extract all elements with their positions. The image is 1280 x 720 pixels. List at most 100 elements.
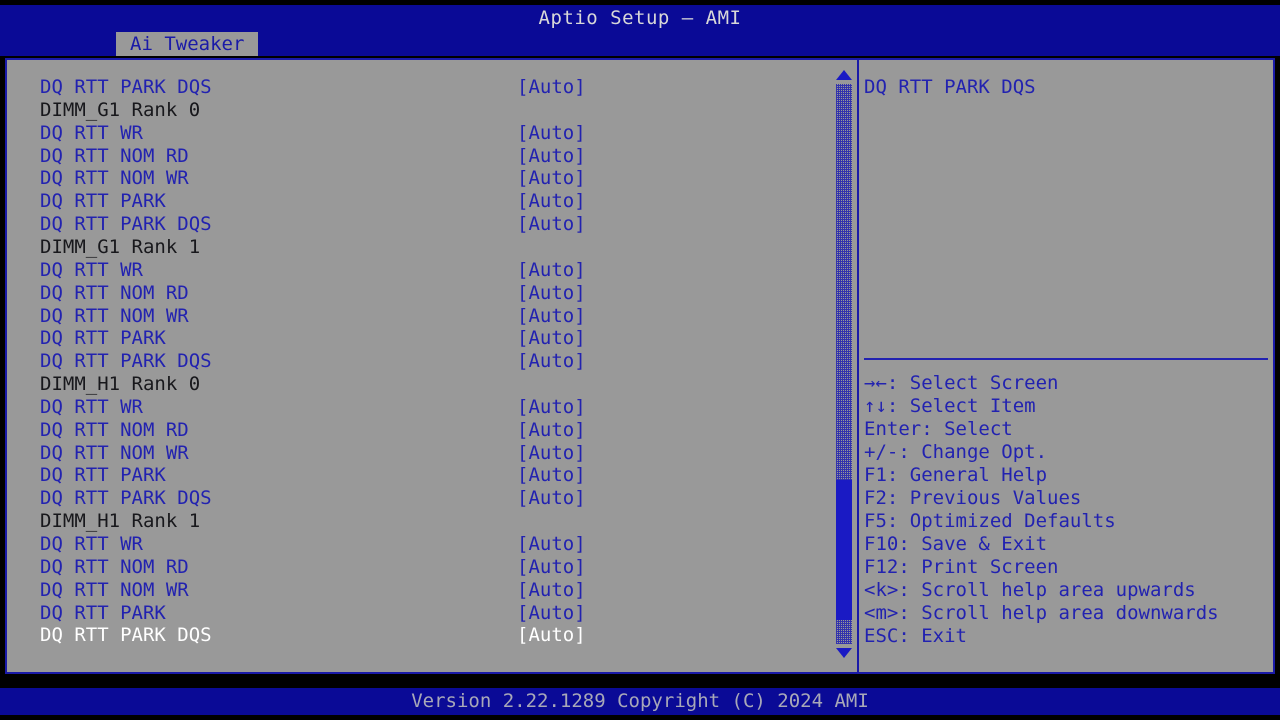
legend-description: : Optimized Defaults [886,510,1116,532]
list-item[interactable]: DQ RTT NOM RD [Auto] [7,282,831,305]
legend-entry: F5: Optimized Defaults [864,510,1273,533]
scroll-down-arrow-icon[interactable] [836,648,852,658]
legend-key: <m> [864,602,899,624]
legend-key: ↑↓ [864,395,887,417]
list-item-value[interactable]: [Auto] [517,282,586,305]
legend-description: : Scroll help area downwards [898,602,1219,624]
list-item-label: DQ RTT PARK DQS [40,213,212,236]
list-item-value[interactable]: [Auto] [517,259,586,282]
list-item-label: DQ RTT WR [40,258,143,281]
list-item-label: DQ RTT NOM WR [40,167,189,190]
list-item-value[interactable]: [Auto] [517,579,586,602]
legend-key: Enter [864,418,922,440]
legend-entry: <k>: Scroll help area upwards [864,579,1273,602]
list-section-header: DIMM_G1 Rank 0 [7,99,831,122]
list-item[interactable]: DQ RTT PARK DQS [Auto] [7,213,831,236]
list-item[interactable]: DQ RTT NOM WR [Auto] [7,579,831,602]
tab-ai-tweaker[interactable]: Ai Tweaker [116,32,259,56]
legend-entry: →←: Select Screen [864,372,1273,395]
legend-description: : Change Opt. [898,441,1048,463]
list-item[interactable]: DQ RTT WR [Auto] [7,533,831,556]
list-section-header: DIMM_H1 Rank 1 [7,510,831,533]
legend-description: : Previous Values [886,487,1082,509]
list-item-value[interactable]: [Auto] [517,145,586,168]
list-section-header: DIMM_G1 Rank 1 [7,236,831,259]
legend-key: F1 [864,464,887,486]
list-item[interactable]: DQ RTT NOM WR [Auto] [7,305,831,328]
legend-key: ESC [864,625,899,647]
list-item[interactable]: DQ RTT PARK [Auto] [7,190,831,213]
list-item[interactable]: DQ RTT PARK [Auto] [7,602,831,625]
list-item[interactable]: DQ RTT PARK DQS [Auto] [7,624,831,647]
list-item-value[interactable]: [Auto] [517,396,586,419]
list-item-label: DQ RTT WR [40,395,143,418]
settings-list[interactable]: DQ RTT PARK DQS [Auto] DIMM_G1 Rank 0 DQ RT… [7,60,831,672]
list-item-label: DQ RTT PARK [40,327,166,350]
list-item-value[interactable]: [Auto] [517,167,586,190]
list-item[interactable]: DQ RTT PARK [Auto] [7,327,831,350]
list-item-value[interactable]: [Auto] [517,602,586,625]
list-item-value[interactable]: [Auto] [517,464,586,487]
list-item-label: DQ RTT NOM WR [40,578,189,601]
footer-bar: Version 2.22.1289 Copyright (C) 2024 AMI [0,688,1280,715]
list-item-value[interactable]: [Auto] [517,327,586,350]
title-bar: Aptio Setup – AMI [0,5,1280,32]
list-item-value[interactable]: [Auto] [517,305,586,328]
list-item-value[interactable]: [Auto] [517,213,586,236]
list-item[interactable]: DQ RTT WR [Auto] [7,396,831,419]
legend-description: : Save & Exit [898,533,1048,555]
list-item-label: DQ RTT PARK DQS [40,487,212,510]
list-item[interactable]: DQ RTT NOM RD [Auto] [7,556,831,579]
help-divider [864,358,1268,360]
list-item-value[interactable]: [Auto] [517,190,586,213]
legend-description: : Exit [898,625,967,647]
legend-key: F10 [864,533,899,555]
list-item-value[interactable]: [Auto] [517,122,586,145]
list-scrollbar[interactable] [833,62,855,670]
list-item[interactable]: DQ RTT NOM WR [Auto] [7,442,831,465]
list-item-label: DIMM_G1 Rank 1 [40,235,201,258]
scrollbar-thumb[interactable] [836,480,852,620]
list-section-header: DIMM_H1 Rank 0 [7,373,831,396]
list-item-label: DQ RTT NOM RD [40,144,189,167]
list-item[interactable]: DQ RTT WR [Auto] [7,122,831,145]
legend-entry: F12: Print Screen [864,556,1273,579]
list-item-label: DQ RTT NOM WR [40,304,189,327]
list-item[interactable]: DQ RTT NOM RD [Auto] [7,145,831,168]
list-item[interactable]: DQ RTT NOM RD [Auto] [7,419,831,442]
list-item-value[interactable]: [Auto] [517,442,586,465]
legend-entry: F1: General Help [864,464,1273,487]
legend-entry: ↑↓: Select Item [864,395,1273,418]
version-text: Version 2.22.1289 Copyright (C) 2024 AMI [411,690,869,712]
scroll-up-arrow-icon[interactable] [836,70,852,80]
list-item-label: DIMM_G1 Rank 0 [40,98,201,121]
list-item[interactable]: DQ RTT PARK DQS [Auto] [7,487,831,510]
list-item-value[interactable]: [Auto] [517,556,586,579]
legend-key: F12 [864,556,899,578]
legend-description: : Scroll help area upwards [898,579,1196,601]
list-item-value[interactable]: [Auto] [517,76,586,99]
list-item[interactable]: DQ RTT PARK [Auto] [7,464,831,487]
list-item-label: DIMM_H1 Rank 1 [40,510,201,533]
legend-key: F5 [864,510,887,532]
list-item-label: DQ RTT PARK DQS [40,76,212,98]
list-item-label: DQ RTT PARK [40,190,166,213]
list-item-value[interactable]: [Auto] [517,487,586,510]
list-item-value[interactable]: [Auto] [517,624,586,647]
list-item-value[interactable]: [Auto] [517,533,586,556]
list-item-value[interactable]: [Auto] [517,419,586,442]
list-item-label: DQ RTT NOM RD [40,418,189,441]
list-item-label: DQ RTT NOM RD [40,555,189,578]
legend-entry: ESC: Exit [864,625,1273,648]
list-item-value[interactable]: [Auto] [517,350,586,373]
list-item[interactable]: DQ RTT WR [Auto] [7,259,831,282]
main-frame: DQ RTT PARK DQS [Auto] DIMM_G1 Rank 0 DQ RT… [5,58,1275,674]
list-item[interactable]: DQ RTT NOM WR [Auto] [7,167,831,190]
list-item[interactable]: DQ RTT PARK DQS [Auto] [7,76,831,99]
list-item-label: DQ RTT NOM RD [40,281,189,304]
list-item[interactable]: DQ RTT PARK DQS [Auto] [7,350,831,373]
list-item-label: DQ RTT WR [40,533,143,555]
legend-entry: +/-: Change Opt. [864,441,1273,464]
legend-key: +/- [864,441,899,463]
legend-description: : Print Screen [898,556,1059,578]
